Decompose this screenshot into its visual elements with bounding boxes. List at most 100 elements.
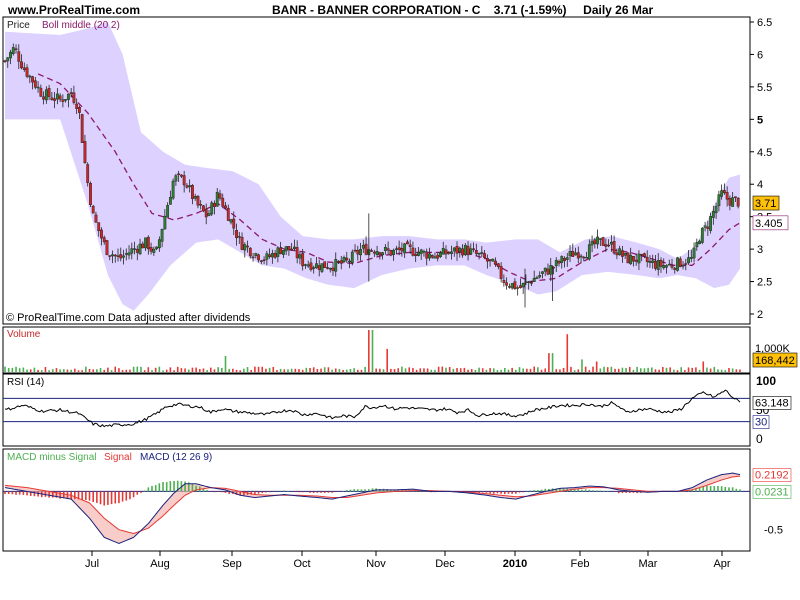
candle-body <box>461 248 464 256</box>
volume-bar <box>165 369 168 372</box>
candle-body <box>22 67 26 70</box>
macd-hist-bar <box>606 490 609 492</box>
volume-bar <box>687 367 690 372</box>
candle-body <box>590 240 594 246</box>
macd-hist-bar <box>504 491 506 495</box>
volume-bar <box>143 370 146 372</box>
candle-body <box>731 197 735 207</box>
macd-hist-bar <box>158 483 161 492</box>
volume-bar <box>243 368 245 372</box>
volume-bar <box>658 369 660 372</box>
macd-hist-bar <box>121 491 124 502</box>
volume-bar <box>88 368 91 372</box>
candle-body <box>207 213 211 216</box>
candle-body <box>25 67 29 77</box>
macd-hist-bar <box>118 491 120 504</box>
macd-hist-bar <box>221 491 223 493</box>
rsi-ytick-label: 0 <box>756 432 763 446</box>
candle-body <box>36 86 40 89</box>
macd-hist-bar <box>492 491 495 494</box>
volume-bar <box>379 368 381 372</box>
volume-bar <box>632 369 635 372</box>
candle-body <box>394 248 398 250</box>
volume-bar <box>246 367 249 372</box>
macd-hist-bar <box>584 489 587 492</box>
candle-body <box>510 283 514 289</box>
macd-hist-bar <box>96 491 98 503</box>
volume-bar <box>393 369 396 372</box>
volume-bar <box>415 369 418 372</box>
volume-bar <box>717 369 719 372</box>
candle-body <box>202 205 205 212</box>
volume-bar <box>250 369 253 372</box>
volume-bar <box>533 366 535 372</box>
volume-bar <box>309 367 311 372</box>
candle-body <box>474 250 478 254</box>
candle-body <box>229 219 233 223</box>
candle-body <box>692 247 696 259</box>
macd-hist-label: 0.0231 <box>755 486 789 498</box>
volume-bar <box>426 368 429 372</box>
candle-body <box>439 252 442 257</box>
volume-label: Volume <box>7 329 41 340</box>
candle-body <box>403 243 407 254</box>
candle-body <box>102 237 106 243</box>
candle-body <box>698 240 701 245</box>
candle-body <box>609 242 613 245</box>
candle-body <box>615 252 619 256</box>
volume-bar <box>345 369 348 372</box>
candle-body <box>496 263 500 268</box>
macd-hist-bar <box>349 489 352 492</box>
volume-bar <box>184 368 186 372</box>
candle-body <box>406 241 409 245</box>
volume-bar <box>551 353 554 372</box>
volume-bar <box>312 367 315 372</box>
candle-body <box>480 252 484 254</box>
candle-body <box>317 265 321 270</box>
candle-body <box>700 227 704 243</box>
candle-body <box>709 216 713 231</box>
volume-bar <box>386 348 388 372</box>
candle-body <box>237 236 241 238</box>
candle-body <box>621 250 624 257</box>
candle-body <box>122 255 125 258</box>
macd-hist-bar <box>265 491 267 493</box>
candle-body <box>469 248 473 255</box>
candle-body <box>659 259 663 267</box>
x-tick-label: Jul <box>85 558 99 570</box>
macd-hist-bar <box>720 486 723 492</box>
macd-hist-bar <box>92 491 94 503</box>
candle-body <box>157 239 161 249</box>
volume-bar <box>511 367 513 372</box>
macd-hist-bar <box>147 487 150 492</box>
volume-bar <box>272 366 275 372</box>
macd-hist-bar <box>474 491 477 493</box>
last-price-label: 3.71 <box>755 198 776 210</box>
candle-body <box>138 243 142 255</box>
candle-body <box>337 260 340 263</box>
volume-bar <box>323 367 326 372</box>
macd-hist-bar <box>614 491 616 493</box>
volume-bar <box>397 368 400 372</box>
volume-bar <box>283 369 286 372</box>
candle-body <box>171 180 175 199</box>
volume-bar <box>26 369 28 372</box>
macd-hist-legend: MACD minus Signal <box>7 452 96 463</box>
candle-body <box>213 203 216 207</box>
volume-bar <box>504 368 506 372</box>
volume-bar <box>320 368 322 372</box>
candle-body <box>717 194 721 207</box>
volume-bar <box>588 370 591 372</box>
candle-body <box>97 222 101 232</box>
macd-hist-bar <box>283 490 286 492</box>
macd-hist-bar <box>301 491 304 493</box>
candle-body <box>392 249 396 255</box>
rsi-ytick-label: 100 <box>756 374 776 388</box>
volume-bar <box>268 367 271 372</box>
candle-body <box>315 263 318 269</box>
volume-bar <box>500 369 502 372</box>
volume-bar <box>724 370 727 372</box>
candle-body <box>268 254 271 258</box>
x-tick-label: Mar <box>639 558 658 570</box>
candle-body <box>323 261 327 268</box>
